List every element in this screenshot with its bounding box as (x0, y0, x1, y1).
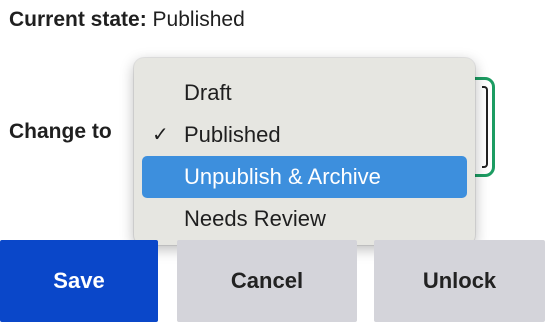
option-label: Needs Review (184, 206, 326, 231)
current-state-label: Current state: (9, 8, 147, 31)
option-published[interactable]: ✓ Published (142, 114, 467, 156)
cancel-button[interactable]: Cancel (177, 240, 357, 322)
state-dropdown-menu: Draft ✓ Published Unpublish & Archive Ne… (134, 58, 475, 245)
current-state-value: Published (152, 8, 245, 31)
change-to-label: Change to (9, 120, 112, 143)
option-label: Published (184, 122, 281, 147)
option-label: Unpublish & Archive (184, 164, 381, 189)
unlock-button[interactable]: Unlock (374, 240, 545, 322)
save-button[interactable]: Save (0, 240, 158, 322)
option-label: Draft (184, 80, 232, 105)
option-needs-review[interactable]: Needs Review (142, 198, 467, 240)
moderation-panel: Current state: Published Change to Draft… (0, 0, 545, 322)
current-state-row: Current state: Published (9, 6, 245, 34)
checkmark-icon: ✓ (152, 124, 169, 146)
option-draft[interactable]: Draft (142, 72, 467, 114)
option-unpublish-archive[interactable]: Unpublish & Archive (142, 156, 467, 198)
select-arrow-icon (482, 86, 488, 168)
